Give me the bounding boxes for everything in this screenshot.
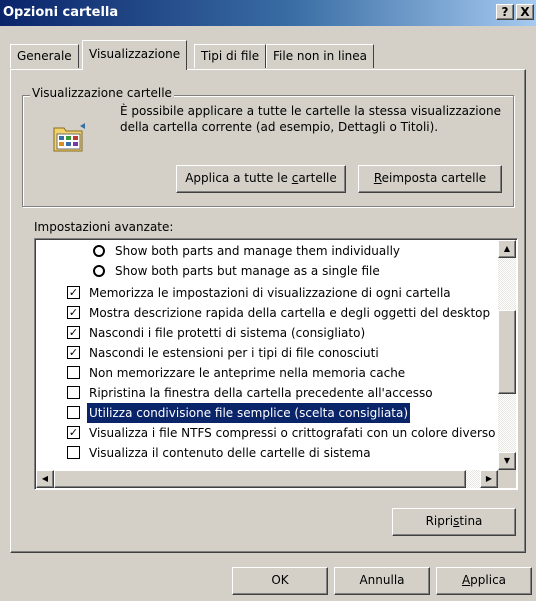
horizontal-scroll-thumb[interactable] xyxy=(54,470,466,488)
checkbox[interactable]: ✓ xyxy=(67,306,80,319)
restore-defaults-button[interactable]: Ripristina xyxy=(392,508,516,536)
checkbox[interactable]: ✓ xyxy=(67,346,80,359)
window-title: Opzioni cartella xyxy=(3,5,119,20)
scroll-right-icon[interactable]: ▶ xyxy=(480,470,498,488)
vertical-scroll-thumb[interactable] xyxy=(498,310,516,394)
list-item-label: Ripristina la finestra della cartella pr… xyxy=(89,386,433,400)
list-item-label: Nascondi i file protetti di sistema (con… xyxy=(89,326,366,340)
list-item-label: Mostra descrizione rapida della cartella… xyxy=(89,306,491,320)
restore-text: Ripri xyxy=(425,514,454,528)
folder-views-group-label: Visualizzazione cartelle xyxy=(30,86,174,100)
checkbox[interactable] xyxy=(67,366,80,379)
ok-button[interactable]: OK xyxy=(232,567,328,595)
list-item-label: Show both parts but manage as a single f… xyxy=(115,264,380,278)
tab-strip: Generale Visualizzazione Tipi di file Fi… xyxy=(0,40,536,70)
checkbox[interactable] xyxy=(67,446,80,459)
list-item-label: Memorizza le impostazioni di visualizzaz… xyxy=(89,286,451,300)
folder-view-icon xyxy=(53,123,85,152)
scrollbar-corner xyxy=(498,470,516,488)
apply-all-text-end: artelle xyxy=(298,171,337,185)
checkbox[interactable]: ✓ xyxy=(67,326,80,339)
radio-button[interactable] xyxy=(93,265,105,277)
horizontal-scrollbar[interactable]: ◀ ▶ xyxy=(36,470,498,488)
list-item-label: Utilizza condivisione file semplice (sce… xyxy=(85,402,412,424)
list-item-label: Visualizza i file NTFS compressi o critt… xyxy=(89,426,496,440)
checkbox[interactable]: ✓ xyxy=(67,286,80,299)
checkbox[interactable] xyxy=(67,386,80,399)
scroll-down-icon[interactable]: ▼ xyxy=(498,452,516,470)
apply-accesskey: A xyxy=(461,573,471,587)
tab-file-non-in-linea[interactable]: File non in linea xyxy=(266,44,375,68)
folder-options-dialog: Opzioni cartella ? X Generale Visualizza… xyxy=(0,0,536,601)
radio-button[interactable] xyxy=(93,245,105,257)
help-button[interactable]: ? xyxy=(496,4,514,20)
scroll-left-icon[interactable]: ◀ xyxy=(36,470,54,488)
apply-button[interactable]: Applica xyxy=(436,567,532,595)
reset-folders-button[interactable]: Reimposta cartelle xyxy=(358,165,502,193)
apply-text: pplica xyxy=(470,573,507,587)
cancel-button[interactable]: Annulla xyxy=(334,567,430,595)
reset-accesskey: R xyxy=(373,171,382,185)
tab-generale[interactable]: Generale xyxy=(10,44,79,68)
checkbox[interactable] xyxy=(67,406,80,419)
list-item-label: Show both parts and manage them individu… xyxy=(115,244,401,258)
restore-text-end: tina xyxy=(459,514,483,528)
list-item-label: Nascondi le estensioni per i tipi di fil… xyxy=(89,346,379,360)
tab-visualizzazione[interactable]: Visualizzazione xyxy=(82,40,188,70)
apply-all-text: Applica a tutte le xyxy=(185,171,292,185)
vertical-scrollbar[interactable]: ▲ ▼ xyxy=(498,240,516,470)
close-button[interactable]: X xyxy=(516,4,534,20)
list-item-label: Non memorizzare le anteprime nella memor… xyxy=(89,366,406,380)
title-bar[interactable]: Opzioni cartella ? X xyxy=(0,0,536,26)
advanced-settings-label: Impostazioni avanzate: xyxy=(34,220,174,234)
checkbox[interactable]: ✓ xyxy=(67,426,80,439)
tab-tipi-di-file[interactable]: Tipi di file xyxy=(194,44,267,68)
advanced-settings-list[interactable]: Show both parts and manage them individu… xyxy=(34,238,518,490)
list-item-label: Visualizza il contenuto delle cartelle d… xyxy=(89,446,371,460)
scroll-up-icon[interactable]: ▲ xyxy=(498,240,516,258)
apply-to-all-folders-button[interactable]: Applica a tutte le cartelle xyxy=(176,165,346,193)
folder-views-description: È possibile applicare a tutte le cartell… xyxy=(120,104,501,134)
reset-text: eimposta cartelle xyxy=(381,171,487,185)
